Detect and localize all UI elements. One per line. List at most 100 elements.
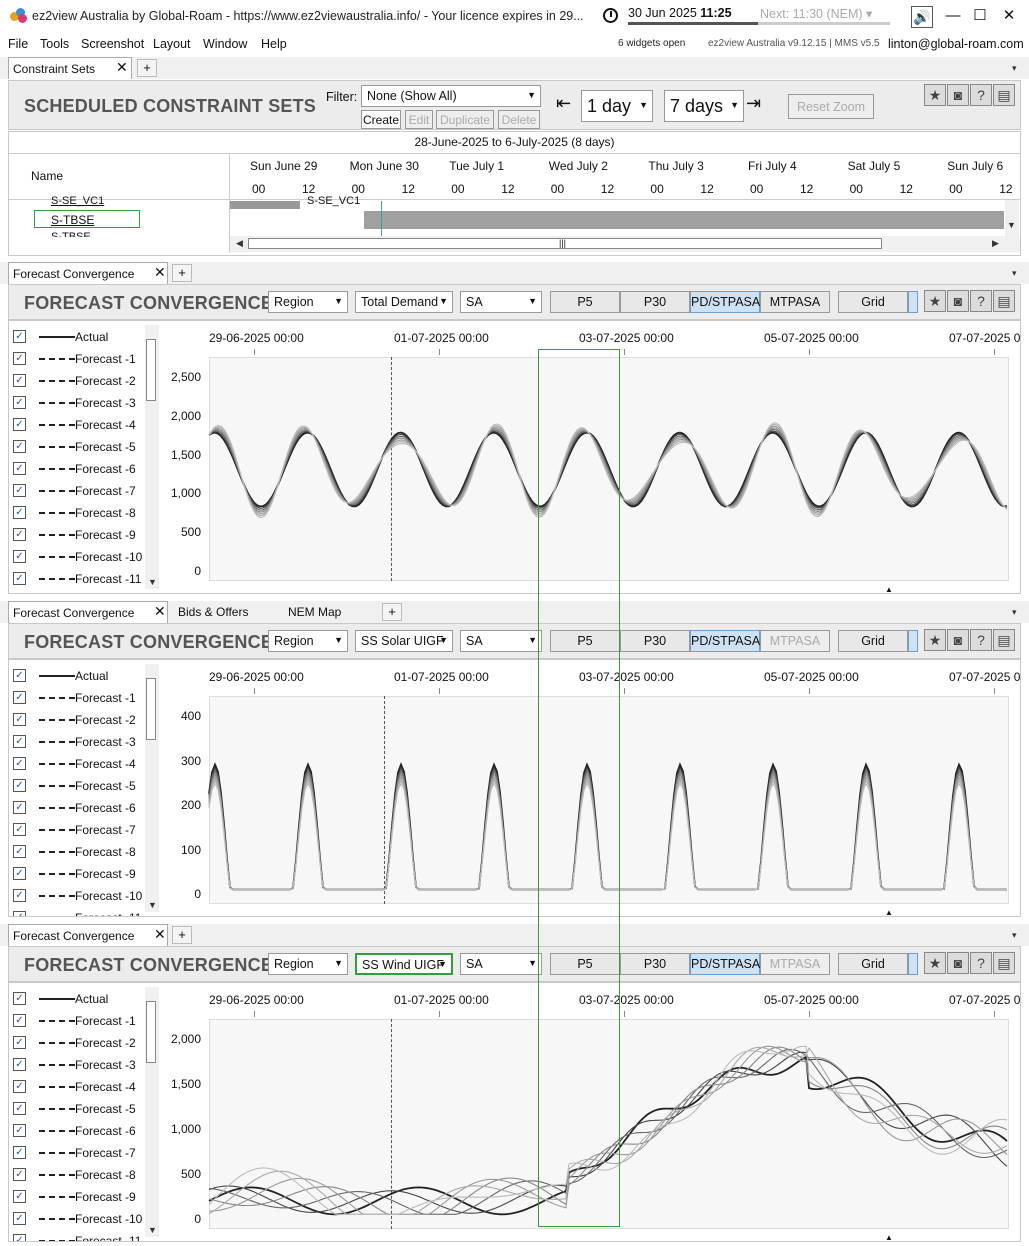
legend-row[interactable]: ✓ Forecast -4 — [9, 415, 159, 437]
star-icon[interactable]: ★ — [924, 952, 946, 974]
menu-screenshot[interactable]: Screenshot — [81, 37, 144, 51]
legend-row[interactable]: ✓ Forecast -1 — [9, 1011, 159, 1033]
tab-forecast[interactable]: Forecast Convergence — [8, 262, 168, 284]
constraint-bar[interactable] — [230, 201, 300, 209]
menu-file[interactable]: File — [8, 37, 28, 51]
duplicate-button[interactable]: Duplicate — [436, 110, 494, 129]
help-icon[interactable]: ? — [970, 290, 992, 312]
tab-forecast[interactable]: Forecast Convergence — [8, 924, 168, 946]
dropdown-metric[interactable]: Total Demand ▼ — [355, 291, 453, 313]
legend-row[interactable]: ✓ Forecast -2 — [9, 710, 159, 732]
checkbox[interactable]: ✓ — [13, 1234, 26, 1241]
tab-forecast[interactable]: Forecast Convergence — [8, 601, 168, 623]
maximize-button[interactable]: ☐ — [969, 6, 991, 26]
button-p5[interactable]: P5 — [550, 953, 620, 975]
legend-row[interactable]: ✓ Forecast -10 — [9, 1209, 159, 1231]
constraint-row-name[interactable]: S-SE_VC1 — [51, 195, 104, 207]
checkbox[interactable]: ✓ — [13, 779, 26, 792]
button-grid[interactable]: Grid — [838, 953, 908, 975]
button-p30[interactable]: P30 — [620, 291, 690, 313]
constraint-row-name[interactable]: S-TBSE — [51, 231, 91, 237]
legend-scroll-thumb[interactable] — [146, 339, 156, 401]
button-grid[interactable]: Grid — [838, 291, 908, 313]
camera-icon[interactable]: ◙ — [947, 952, 969, 974]
star-icon[interactable]: ★ — [924, 290, 946, 312]
legend-scroll-thumb[interactable] — [146, 678, 156, 740]
button-pdstpasa[interactable]: PD/STPASA — [690, 953, 760, 975]
camera-icon[interactable]: ◙ — [947, 629, 969, 651]
checkbox[interactable]: ✓ — [13, 801, 26, 814]
constraint-bar[interactable] — [364, 211, 1004, 229]
scroll-thumb[interactable]: ||| — [248, 238, 882, 249]
tab-constraint-sets[interactable]: Constraint Sets — [8, 57, 132, 79]
dropdown-state[interactable]: SA ▼ — [460, 630, 542, 652]
checkbox[interactable]: ✓ — [13, 506, 26, 519]
legend-row[interactable]: ✓ Forecast -6 — [9, 798, 159, 820]
scroll-down-icon[interactable]: ▼ — [148, 1225, 157, 1235]
checkbox[interactable]: ✓ — [13, 992, 26, 1005]
legend-row[interactable]: ✓ Forecast -11 — [9, 1231, 159, 1241]
legend-row[interactable]: ✓ Forecast -7 — [9, 481, 159, 503]
checkbox[interactable]: ✓ — [13, 440, 26, 453]
legend-row[interactable]: ✓ Forecast -10 — [9, 547, 159, 569]
button-grid[interactable]: Grid — [838, 630, 908, 652]
checkbox[interactable]: ✓ — [13, 1168, 26, 1181]
checkbox[interactable]: ✓ — [13, 330, 26, 343]
legend-row[interactable]: ✓ Forecast -5 — [9, 1099, 159, 1121]
checkbox[interactable]: ✓ — [13, 572, 26, 585]
dropdown-metric[interactable]: SS Wind UIGF ▼ — [355, 953, 453, 975]
legend-row[interactable]: ✓ Forecast -11 — [9, 569, 159, 591]
time-slider-played[interactable] — [628, 22, 758, 25]
dropdown-state[interactable]: SA ▼ — [460, 953, 542, 975]
legend-row[interactable]: ✓ Forecast -6 — [9, 1121, 159, 1143]
tab-forecast[interactable]: Bids & Offers — [168, 601, 278, 623]
help-icon[interactable]: ? — [970, 84, 992, 106]
button-p30[interactable]: P30 — [620, 630, 690, 652]
checkbox[interactable]: ✓ — [13, 462, 26, 475]
delete-button[interactable]: Delete — [498, 110, 540, 129]
tab-close-icon[interactable]: ✕ — [154, 926, 166, 942]
checkbox[interactable]: ✓ — [13, 1190, 26, 1203]
dropdown-region[interactable]: Region ▼ — [268, 953, 348, 975]
checkbox[interactable]: ✓ — [13, 1146, 26, 1159]
legend-row[interactable]: ✓ Forecast -5 — [9, 776, 159, 798]
time-slider-remaining[interactable] — [758, 22, 890, 25]
legend-row[interactable]: ✓ Forecast -5 — [9, 437, 159, 459]
legend-scroll-thumb[interactable] — [146, 1001, 156, 1063]
tab-scroll-icon[interactable]: ▾ — [1012, 930, 1017, 941]
zoom-marker-icon[interactable]: ▲ — [885, 908, 893, 916]
star-icon[interactable]: ★ — [924, 629, 946, 651]
checkbox[interactable]: ✓ — [13, 845, 26, 858]
comment-icon[interactable]: ▤ — [993, 629, 1015, 651]
speaker-icon[interactable]: 🔊 — [911, 6, 933, 28]
checkbox[interactable]: ✓ — [13, 735, 26, 748]
checkbox[interactable]: ✓ — [13, 757, 26, 770]
checkbox[interactable]: ✓ — [13, 1212, 26, 1225]
comment-icon[interactable]: ▤ — [993, 84, 1015, 106]
comment-icon[interactable]: ▤ — [993, 952, 1015, 974]
legend-row[interactable]: ✓ Forecast -11 — [9, 908, 159, 916]
button-p5[interactable]: P5 — [550, 630, 620, 652]
checkbox[interactable]: ✓ — [13, 396, 26, 409]
legend-row[interactable]: ✓ Forecast -9 — [9, 864, 159, 886]
checkbox[interactable]: ✓ — [13, 418, 26, 431]
tab-forecast[interactable]: NEM Map — [278, 601, 378, 623]
tab-scroll-icon[interactable]: ▾ — [1012, 268, 1017, 279]
minimize-button[interactable]: — — [942, 6, 964, 26]
clock-icon[interactable] — [603, 8, 618, 23]
legend-row[interactable]: ✓ Forecast -3 — [9, 732, 159, 754]
button-mtpasa[interactable]: MTPASA — [760, 630, 830, 652]
legend-scrollbar[interactable]: ▼ — [145, 325, 159, 589]
filter-dropdown[interactable]: None (Show All) ▼ — [361, 85, 541, 107]
legend-row[interactable]: ✓ Forecast -2 — [9, 1033, 159, 1055]
legend-row[interactable]: ✓ Forecast -7 — [9, 820, 159, 842]
checkbox[interactable]: ✓ — [13, 867, 26, 880]
checkbox[interactable]: ✓ — [13, 1058, 26, 1071]
legend-scrollbar[interactable]: ▼ — [145, 987, 159, 1237]
camera-icon[interactable]: ◙ — [947, 84, 969, 106]
vertical-scrollbar[interactable]: ▼ — [1005, 200, 1019, 236]
checkbox[interactable]: ✓ — [13, 911, 26, 916]
menu-window[interactable]: Window — [203, 37, 247, 51]
button-p5[interactable]: P5 — [550, 291, 620, 313]
help-icon[interactable]: ? — [970, 629, 992, 651]
